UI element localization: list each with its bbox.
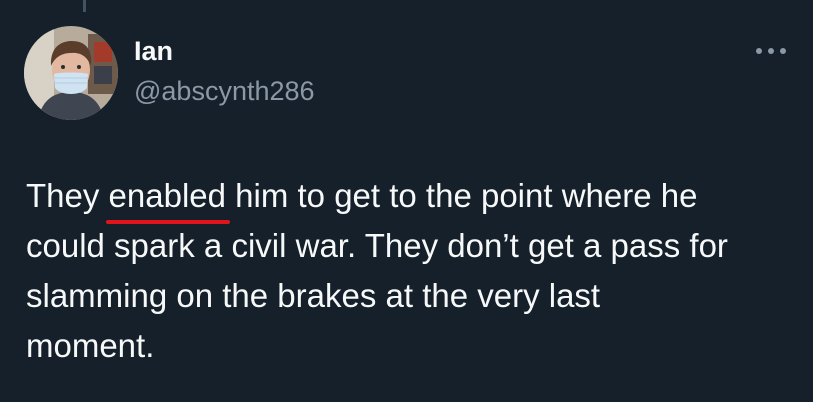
avatar[interactable]: [24, 26, 118, 120]
more-options-icon[interactable]: [756, 44, 786, 58]
highlighted-word-text: enabled: [108, 177, 226, 214]
highlighted-word: enabled: [105, 171, 230, 224]
more-dot: [780, 48, 786, 54]
thread-connector-line: [83, 0, 86, 12]
user-handle[interactable]: @abscynth286: [134, 76, 315, 107]
more-dot: [756, 48, 762, 54]
tweet-line-3: slamming on the brakes at the very last: [26, 277, 601, 314]
tweet-line-1: They enabled him to get to the point whe…: [26, 171, 796, 224]
tweet-line-1-before: They: [26, 177, 109, 214]
user-avatar-photo-icon: [24, 26, 118, 120]
tweet-line-4: moment.: [26, 327, 155, 364]
tweet-line-2: could spark a civil war. They don’t get …: [26, 227, 728, 264]
tweet-line-1-after: him to get to the point where he: [226, 177, 698, 214]
tweet-text: They enabled him to get to the point whe…: [26, 171, 796, 371]
display-name[interactable]: Ian: [134, 36, 173, 67]
more-dot: [768, 48, 774, 54]
